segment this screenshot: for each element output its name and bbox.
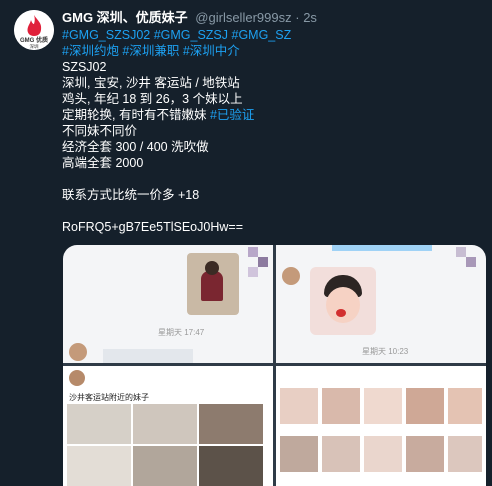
- grid-photo: [280, 436, 318, 472]
- hashtags-line-1[interactable]: #GMG_SZSJ02 #GMG_SZSJ #GMG_SZ: [62, 27, 482, 43]
- display-name[interactable]: GMG 深圳、优质妹子: [62, 10, 188, 25]
- chat-bubble: [332, 245, 432, 251]
- tweet-detail: 鸡头, 年纪 18 到 26，3 个妹以上: [62, 92, 243, 106]
- media-image-1[interactable]: 星期天 17:47: [63, 245, 273, 363]
- grid-photo: [448, 436, 482, 472]
- contact-avatar: [69, 343, 87, 361]
- pixel-mosaic: [248, 267, 258, 277]
- encoded-string: RoFRQ5+gB7Ee5TlSEoJ0Hw==: [62, 220, 243, 234]
- pixel-mosaic: [456, 247, 466, 257]
- grid-photo: [322, 388, 360, 424]
- tweet-area: 深圳, 宝安, 沙井 客运站 / 地铁站: [62, 76, 240, 90]
- tweet-body: #GMG_SZSJ02 #GMG_SZSJ #GMG_SZ #深圳约炮 #深圳兼…: [62, 27, 482, 235]
- pixel-mosaic: [466, 257, 476, 267]
- timestamp[interactable]: 2s: [303, 10, 317, 25]
- chat-time: 星期天 10:23: [362, 347, 409, 356]
- pixel-mosaic: [248, 247, 258, 257]
- grid-photo: [364, 436, 402, 472]
- chat-photo: [310, 267, 376, 335]
- map-preview: [103, 349, 193, 363]
- grid-photo: [406, 388, 444, 424]
- price-note: 不同妹不同价: [62, 124, 138, 138]
- avatar-label: GMG 优质: [20, 36, 48, 44]
- tweet-header: GMG 深圳、优质妹子 @girlseller999sz · 2s: [62, 10, 317, 26]
- gallery-photo: [199, 446, 263, 486]
- economy-price: 经济全套 300 / 400 洗吹做: [62, 140, 209, 154]
- profile-avatar[interactable]: GMG 优质 深圳: [14, 10, 54, 50]
- avatar-sublabel: 深圳: [30, 43, 39, 50]
- chat-photo: [187, 253, 239, 315]
- hashtags-line-2[interactable]: #深圳约炮 #深圳兼职 #深圳中介: [62, 43, 482, 59]
- photo-head: [205, 261, 219, 275]
- gallery-photo: [133, 404, 197, 444]
- separator: ·: [295, 10, 300, 25]
- photo-face: [326, 287, 360, 323]
- tweet[interactable]: GMG 优质 深圳 GMG 深圳、优质妹子 @girlseller999sz ·…: [0, 0, 492, 486]
- grid-photo: [280, 388, 318, 424]
- grid-photo: [322, 436, 360, 472]
- gallery-photo: [133, 446, 197, 486]
- media-image-4[interactable]: [276, 366, 486, 486]
- rotation-text: 定期轮换, 有时有不错嫩妹: [62, 108, 207, 122]
- grid-photo: [364, 388, 402, 424]
- grid-photo: [406, 436, 444, 472]
- photo-fruit: [336, 309, 346, 317]
- flame-icon: GMG 优质 深圳: [14, 10, 54, 50]
- chat-time: 星期天 17:47: [158, 328, 205, 337]
- verified-hashtag[interactable]: #已验证: [210, 108, 254, 122]
- photo-figure: [201, 271, 223, 301]
- contact-avatar: [282, 267, 300, 285]
- tweet-code: SZSJ02: [62, 60, 107, 74]
- contact-note: 联系方式比统一价多 +18: [62, 188, 200, 202]
- user-handle[interactable]: @girlseller999sz: [195, 10, 291, 25]
- premium-price: 高端全套 2000: [62, 156, 144, 170]
- media-image-2[interactable]: 星期天 10:23: [276, 245, 486, 363]
- post-caption: 沙井客运站附近的妹子: [69, 393, 149, 402]
- media-image-3[interactable]: 沙井客运站附近的妹子: [63, 366, 273, 486]
- tweet-rotation-line: 定期轮换, 有时有不错嫩妹 #已验证: [62, 107, 482, 123]
- blank-line-2: [62, 203, 482, 219]
- grid-photo: [448, 388, 482, 424]
- gallery-photo: [67, 446, 131, 486]
- pixel-mosaic: [258, 257, 268, 267]
- post-avatar: [69, 370, 85, 386]
- gallery-photo: [67, 404, 131, 444]
- media-grid: 星期天 17:47 星期天 10:23 沙井客运站附近的妹子: [63, 245, 486, 486]
- gallery-photo: [199, 404, 263, 444]
